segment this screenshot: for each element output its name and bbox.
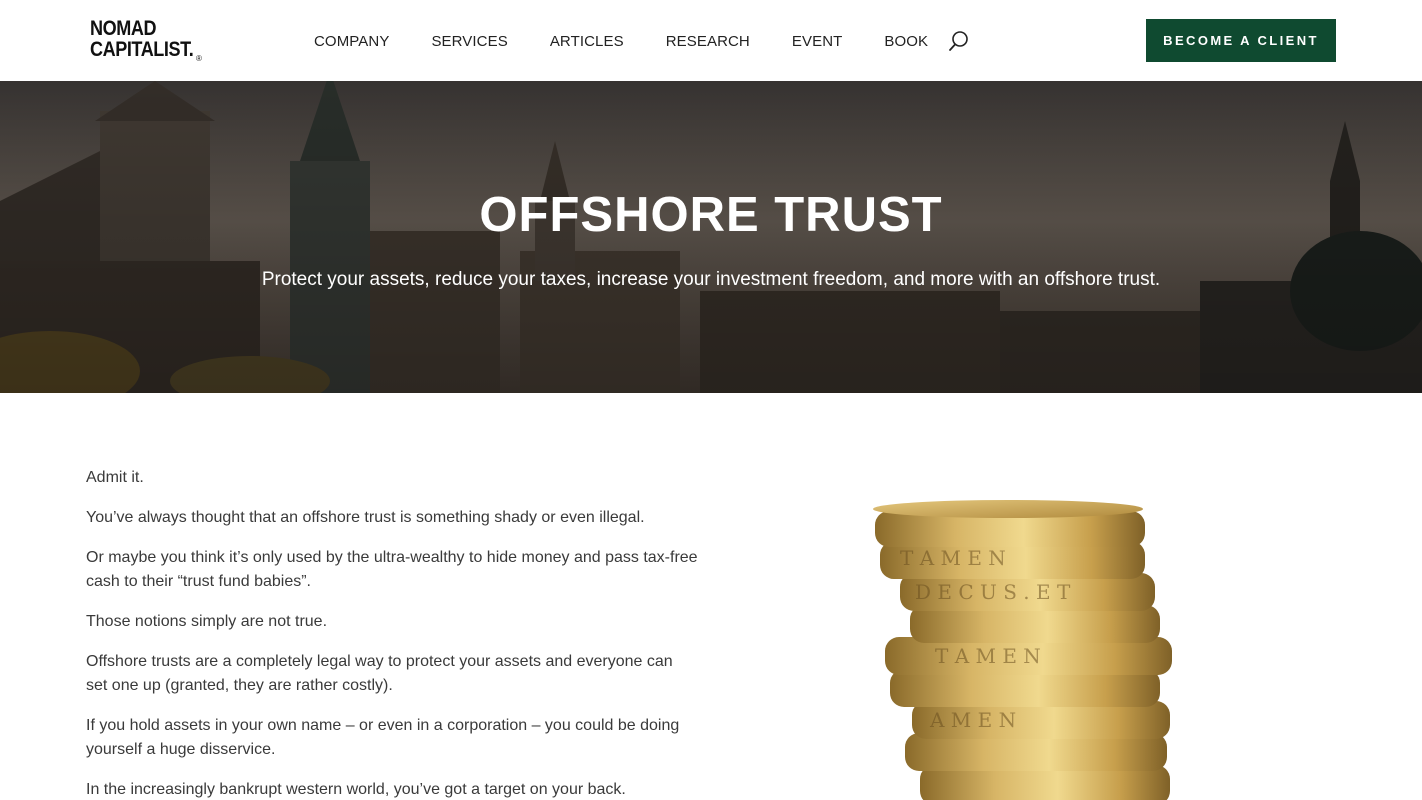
body-paragraph: If you hold assets in your own name – or… <box>86 717 680 758</box>
logo-registered-mark: ® <box>196 54 202 63</box>
nav-item-articles[interactable]: ARTICLES <box>550 32 624 52</box>
page-title: OFFSHORE TRUST <box>479 188 943 242</box>
body-paragraph: Those notions simply are not true. <box>86 613 328 630</box>
body-paragraph: Or maybe you think it’s only used by the… <box>86 549 698 590</box>
hero-banner: OFFSHORE TRUST Protect your assets, redu… <box>0 81 1422 393</box>
nav-item-services[interactable]: SERVICES <box>431 32 507 52</box>
nav-item-book[interactable]: BOOK <box>884 32 928 52</box>
become-client-button[interactable]: BECOME A CLIENT <box>1146 19 1336 62</box>
body-paragraph: Offshore trusts are a completely legal w… <box>86 653 673 694</box>
nav-item-research[interactable]: RESEARCH <box>666 32 750 52</box>
site-logo[interactable]: NOMAD CAPITALIST. ® <box>90 18 206 64</box>
body-paragraph: You’ve always thought that an offshore t… <box>86 509 645 526</box>
site-header: NOMAD CAPITALIST. ® COMPANY SERVICES ART… <box>0 0 1422 81</box>
nav-item-company[interactable]: COMPANY <box>314 32 389 52</box>
nav-item-event[interactable]: EVENT <box>792 32 843 52</box>
svg-text:D E C U S . E T: D E C U S . E T <box>915 580 1071 604</box>
logo-line-2: CAPITALIST. <box>90 38 194 61</box>
main-nav: COMPANY SERVICES ARTICLES RESEARCH EVENT… <box>314 32 970 52</box>
hero-subtitle: Protect your assets, reduce your taxes, … <box>261 269 1161 290</box>
svg-text:A M E N: A M E N <box>929 708 1016 732</box>
logo-line-1: NOMAD <box>90 17 157 40</box>
body-paragraph: In the increasingly bankrupt western wor… <box>86 781 626 798</box>
coin-stack-image: T A M E N D E C U S . E T T A M E N A M … <box>860 495 1180 800</box>
body-paragraph: Admit it. <box>86 469 144 486</box>
svg-text:T A M E N: T A M E N <box>900 546 1006 570</box>
search-icon[interactable] <box>947 29 971 53</box>
svg-text:T A M E N: T A M E N <box>935 644 1041 668</box>
article-body: Admit it. You’ve always thought that an … <box>86 466 698 800</box>
